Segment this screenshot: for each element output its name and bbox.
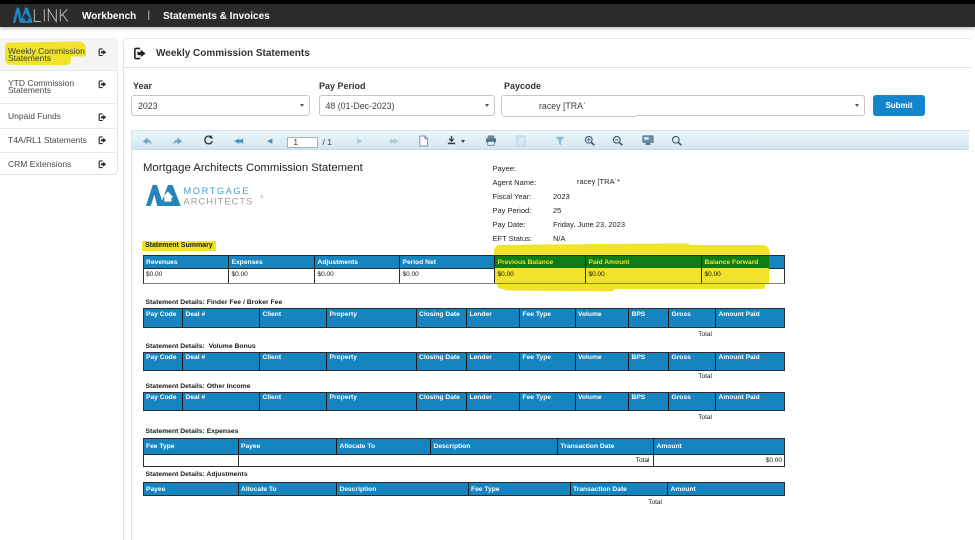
svg-text:ARCHITECTS: ARCHITECTS [184,196,254,206]
svg-text:®: ® [260,194,264,200]
svg-text:MORTGAGE: MORTGAGE [184,186,250,196]
